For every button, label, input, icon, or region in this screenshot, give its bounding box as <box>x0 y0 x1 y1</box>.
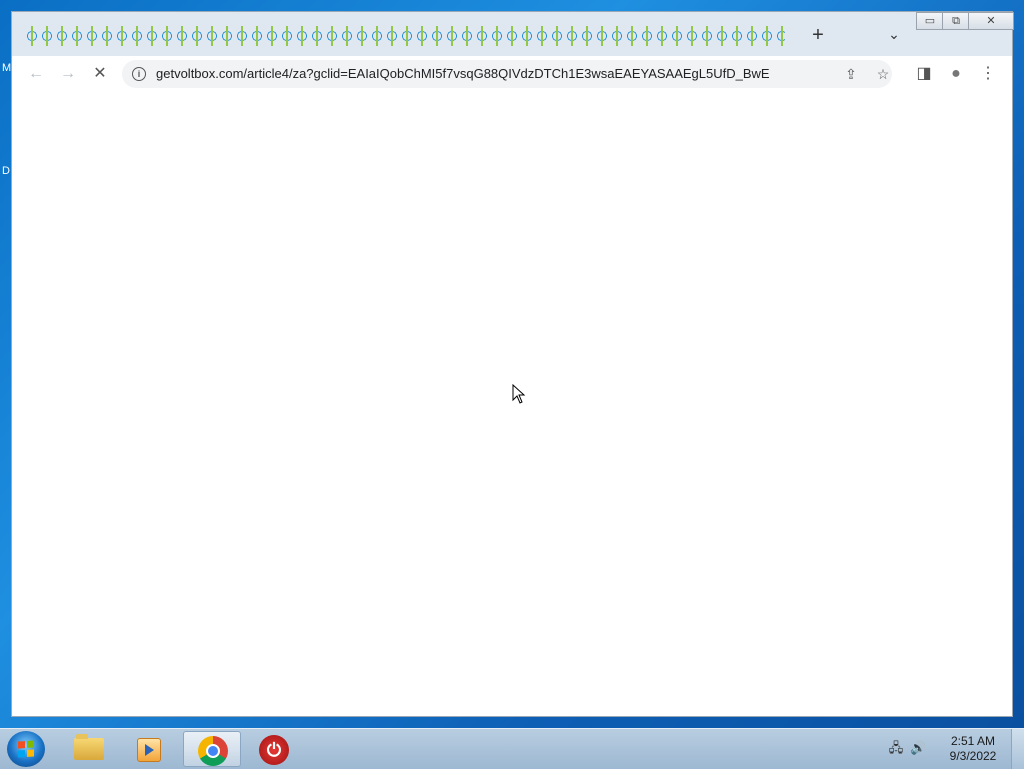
profile-avatar-button[interactable]: ● <box>944 62 968 86</box>
show-desktop-button[interactable] <box>1011 729 1024 769</box>
folder-icon <box>74 734 104 760</box>
stop-loading-button[interactable]: ✕ <box>88 62 112 86</box>
start-button[interactable] <box>7 731 45 767</box>
network-icon[interactable]: 🖧 <box>888 740 904 756</box>
chrome-icon <box>198 736 228 766</box>
clock-date: 9/3/2022 <box>949 749 997 763</box>
mouse-cursor-icon <box>512 384 526 404</box>
url-text[interactable]: getvoltbox.com/article4/za?gclid=EAIaIQo… <box>156 66 796 81</box>
browser-toolbar: ← → ✕ i getvoltbox.com/article4/za?gclid… <box>12 56 1012 93</box>
system-tray: 🖧 🔊 <box>888 739 938 759</box>
taskbar-chrome[interactable] <box>183 731 241 767</box>
tabs-row[interactable] <box>25 26 785 46</box>
media-player-icon <box>137 738 161 762</box>
taskbar-power-app[interactable]: ⏻ <box>245 731 303 767</box>
maximize-button[interactable]: ⧉ <box>942 12 970 30</box>
browser-window: + ⌄ ▭ ⧉ ✕ ← → ✕ i getvoltbox.com/article… <box>11 11 1014 717</box>
minimize-button[interactable]: ▭ <box>916 12 944 30</box>
browser-menu-button[interactable]: ⋮ <box>976 62 1000 86</box>
address-bar[interactable]: i getvoltbox.com/article4/za?gclid=EAIaI… <box>122 60 892 88</box>
site-info-icon[interactable]: i <box>132 67 146 81</box>
clock[interactable]: 2:51 AM 9/3/2022 <box>940 734 1006 764</box>
side-panel-button[interactable]: ◨ <box>912 62 936 86</box>
volume-icon[interactable]: 🔊 <box>910 740 926 756</box>
back-button[interactable]: ← <box>24 62 48 86</box>
taskbar-media-player[interactable] <box>121 731 179 767</box>
power-icon: ⏻ <box>259 735 289 765</box>
taskbar: ⏻ 🖧 🔊 2:51 AM 9/3/2022 <box>0 728 1024 769</box>
tab-strip: + ⌄ ▭ ⧉ ✕ <box>12 12 1014 56</box>
share-icon[interactable]: ⇪ <box>842 65 860 83</box>
new-tab-button[interactable]: + <box>808 25 828 45</box>
forward-button[interactable]: → <box>56 62 80 86</box>
windows-logo-icon <box>18 740 34 758</box>
tab-search-button[interactable]: ⌄ <box>884 26 904 46</box>
taskbar-file-explorer[interactable] <box>60 731 118 767</box>
page-content-area[interactable] <box>12 92 1012 716</box>
bookmark-star-icon[interactable]: ☆ <box>874 65 892 83</box>
clock-time: 2:51 AM <box>950 734 996 748</box>
desktop-icon-label: M <box>2 62 12 74</box>
desktop-icon-label: D <box>2 165 10 177</box>
close-button[interactable]: ✕ <box>968 12 1014 30</box>
